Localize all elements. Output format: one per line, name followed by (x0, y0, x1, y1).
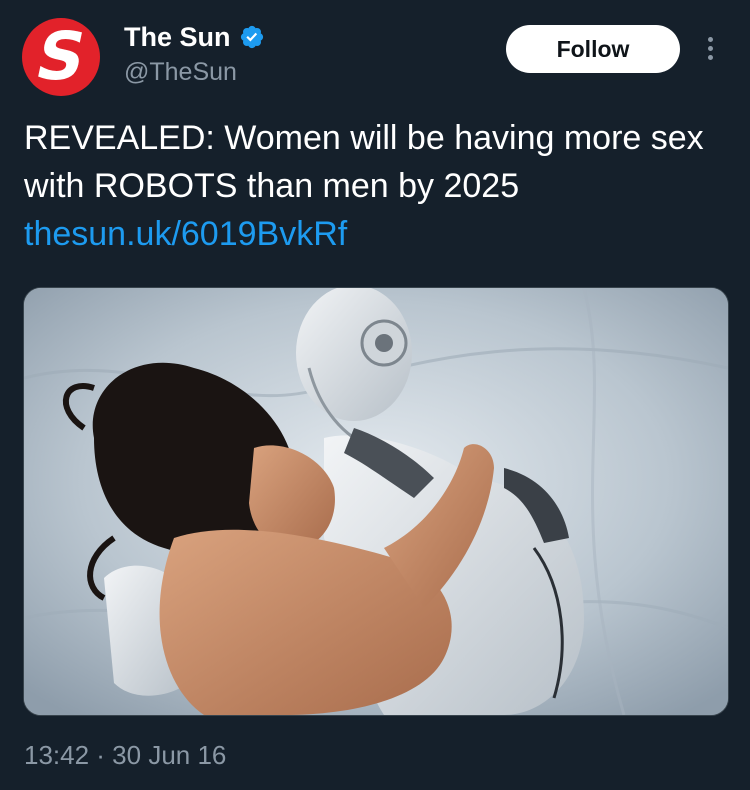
account-name[interactable]: The Sun (124, 22, 231, 53)
tweet-media-image[interactable] (23, 287, 729, 716)
tweet-card: S The Sun @TheSun Follow REVEALED: Women… (0, 0, 750, 790)
account-handle[interactable]: @TheSun (124, 58, 237, 87)
account-name-row[interactable]: The Sun (124, 20, 265, 54)
tweet-body: REVEALED: Women will be having more sex … (24, 119, 704, 205)
follow-button[interactable]: Follow (506, 25, 680, 73)
tweet-text: REVEALED: Women will be having more sex … (24, 114, 704, 258)
more-vertical-icon[interactable] (698, 34, 722, 64)
tweet-link[interactable]: thesun.uk/6019BvkRf (24, 210, 704, 258)
tweet-timestamp[interactable]: 13:42 · 30 Jun 16 (24, 740, 226, 771)
media-illustration (24, 288, 728, 715)
avatar[interactable]: S (22, 18, 100, 96)
avatar-logo-letter: S (29, 18, 94, 95)
verified-badge-icon (240, 25, 263, 49)
